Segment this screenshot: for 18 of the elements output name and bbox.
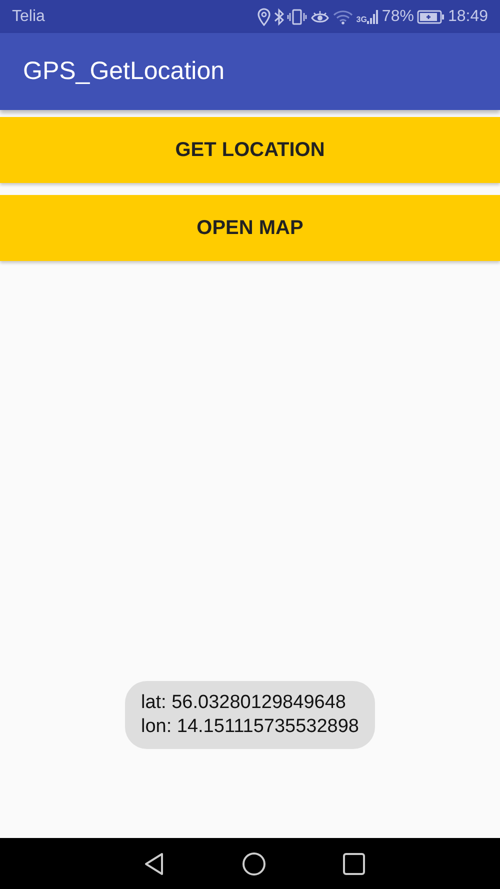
carrier-name: Telia (12, 8, 45, 26)
bluetooth-icon (274, 8, 284, 26)
recents-icon[interactable] (343, 852, 365, 874)
app-title: GPS_GetLocation (23, 57, 225, 86)
battery-percentage: 78% (382, 8, 414, 26)
signal-icon (366, 8, 379, 24)
wifi-icon (333, 8, 354, 24)
home-icon[interactable] (242, 852, 266, 876)
network-type: 3G (356, 14, 367, 24)
back-icon[interactable] (143, 852, 165, 876)
battery-charging-icon (416, 10, 445, 24)
action-button[interactable]: GET LOCATION (0, 117, 500, 183)
vibrate-icon (287, 8, 308, 26)
action-button[interactable]: OPEN MAP (0, 195, 500, 261)
clock: 18:49 (448, 8, 488, 26)
toast-text: lat: 56.03280129849648 (140, 691, 347, 715)
location-pin-icon (257, 8, 272, 26)
toast-text: lon: 14.151115735532898 (140, 715, 359, 739)
